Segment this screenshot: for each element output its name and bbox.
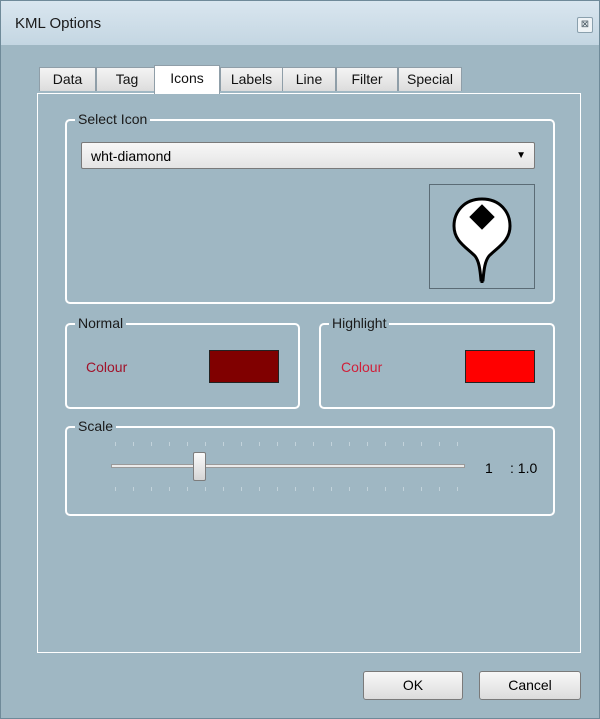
close-icon[interactable]: ⊠ xyxy=(581,19,589,30)
highlight-group-label: Highlight xyxy=(329,315,390,331)
slider-tick xyxy=(385,487,386,491)
tab-line[interactable]: Line xyxy=(282,67,336,91)
highlight-colour-swatch[interactable] xyxy=(465,350,535,383)
select-icon-group-label: Select Icon xyxy=(75,111,151,127)
slider-tick xyxy=(259,442,260,446)
slider-tick xyxy=(205,442,206,446)
slider-tick xyxy=(349,442,350,446)
slider-tick xyxy=(187,442,188,446)
slider-tick xyxy=(169,487,170,491)
slider-tick xyxy=(169,442,170,446)
tab-data-label: Data xyxy=(52,71,83,87)
tab-special-label: Special xyxy=(407,71,453,87)
slider-tick xyxy=(115,442,116,446)
white-diamond-placemark-icon xyxy=(452,197,512,283)
slider-tick xyxy=(295,442,296,446)
highlight-colour-label: Colour xyxy=(341,359,383,375)
ok-button-label: OK xyxy=(402,677,424,693)
slider-tick xyxy=(403,487,404,491)
icon-select-dropdown[interactable]: wht-diamond ▼ xyxy=(81,142,535,169)
slider-tick xyxy=(187,487,188,491)
slider-tick xyxy=(331,487,332,491)
tab-line-label: Line xyxy=(295,71,323,87)
icon-preview xyxy=(429,184,535,289)
tab-data[interactable]: Data xyxy=(39,67,96,91)
slider-tick xyxy=(331,442,332,446)
scale-ratio: : 1.0 xyxy=(510,460,538,476)
slider-tick xyxy=(421,442,422,446)
tab-tag[interactable]: Tag xyxy=(96,67,158,91)
scale-group: Scale xyxy=(65,418,555,516)
slider-tick xyxy=(295,487,296,491)
scale-group-label: Scale xyxy=(75,418,117,434)
slider-tick xyxy=(439,442,440,446)
tab-icons[interactable]: Icons xyxy=(154,65,220,94)
normal-colour-label: Colour xyxy=(86,359,128,375)
scale-slider-track[interactable] xyxy=(111,464,465,468)
tab-tag-label: Tag xyxy=(115,71,139,87)
slider-tick xyxy=(151,442,152,446)
chevron-down-icon[interactable]: ▼ xyxy=(516,150,526,161)
close-button[interactable]: ⊠ xyxy=(577,17,593,33)
tab-filter-label: Filter xyxy=(351,71,383,87)
slider-tick xyxy=(367,487,368,491)
window-title: KML Options xyxy=(15,15,102,32)
slider-tick xyxy=(259,487,260,491)
title-bar: KML Options ⊠ xyxy=(1,1,599,45)
slider-tick xyxy=(223,442,224,446)
slider-tick xyxy=(439,487,440,491)
slider-tick xyxy=(223,487,224,491)
normal-group-label: Normal xyxy=(75,315,127,331)
icon-select-value: wht-diamond xyxy=(91,148,172,164)
tab-labels[interactable]: Labels xyxy=(220,67,283,91)
tab-filter[interactable]: Filter xyxy=(336,67,398,91)
slider-tick xyxy=(241,442,242,446)
tab-icons-label: Icons xyxy=(170,70,204,86)
slider-tick xyxy=(313,487,314,491)
slider-tick xyxy=(241,487,242,491)
slider-tick xyxy=(115,487,116,491)
normal-colour-swatch[interactable] xyxy=(209,350,279,383)
ok-button[interactable]: OK xyxy=(363,671,463,700)
slider-tick xyxy=(385,442,386,446)
kml-options-window: KML Options ⊠ Data Tag Icons Labels Line… xyxy=(0,0,600,719)
slider-tick xyxy=(151,487,152,491)
slider-tick xyxy=(367,442,368,446)
slider-tick xyxy=(349,487,350,491)
slider-tick xyxy=(457,487,458,491)
slider-tick xyxy=(133,442,134,446)
tab-special[interactable]: Special xyxy=(398,67,462,91)
scale-value: 1 xyxy=(485,460,493,476)
tab-labels-label: Labels xyxy=(230,71,273,87)
slider-tick xyxy=(421,487,422,491)
scale-slider-thumb[interactable] xyxy=(193,452,206,481)
slider-tick xyxy=(277,442,278,446)
slider-tick xyxy=(205,487,206,491)
cancel-button[interactable]: Cancel xyxy=(479,671,581,700)
cancel-button-label: Cancel xyxy=(508,677,552,693)
slider-tick xyxy=(403,442,404,446)
slider-tick xyxy=(313,442,314,446)
slider-tick xyxy=(277,487,278,491)
slider-tick xyxy=(133,487,134,491)
slider-tick xyxy=(457,442,458,446)
